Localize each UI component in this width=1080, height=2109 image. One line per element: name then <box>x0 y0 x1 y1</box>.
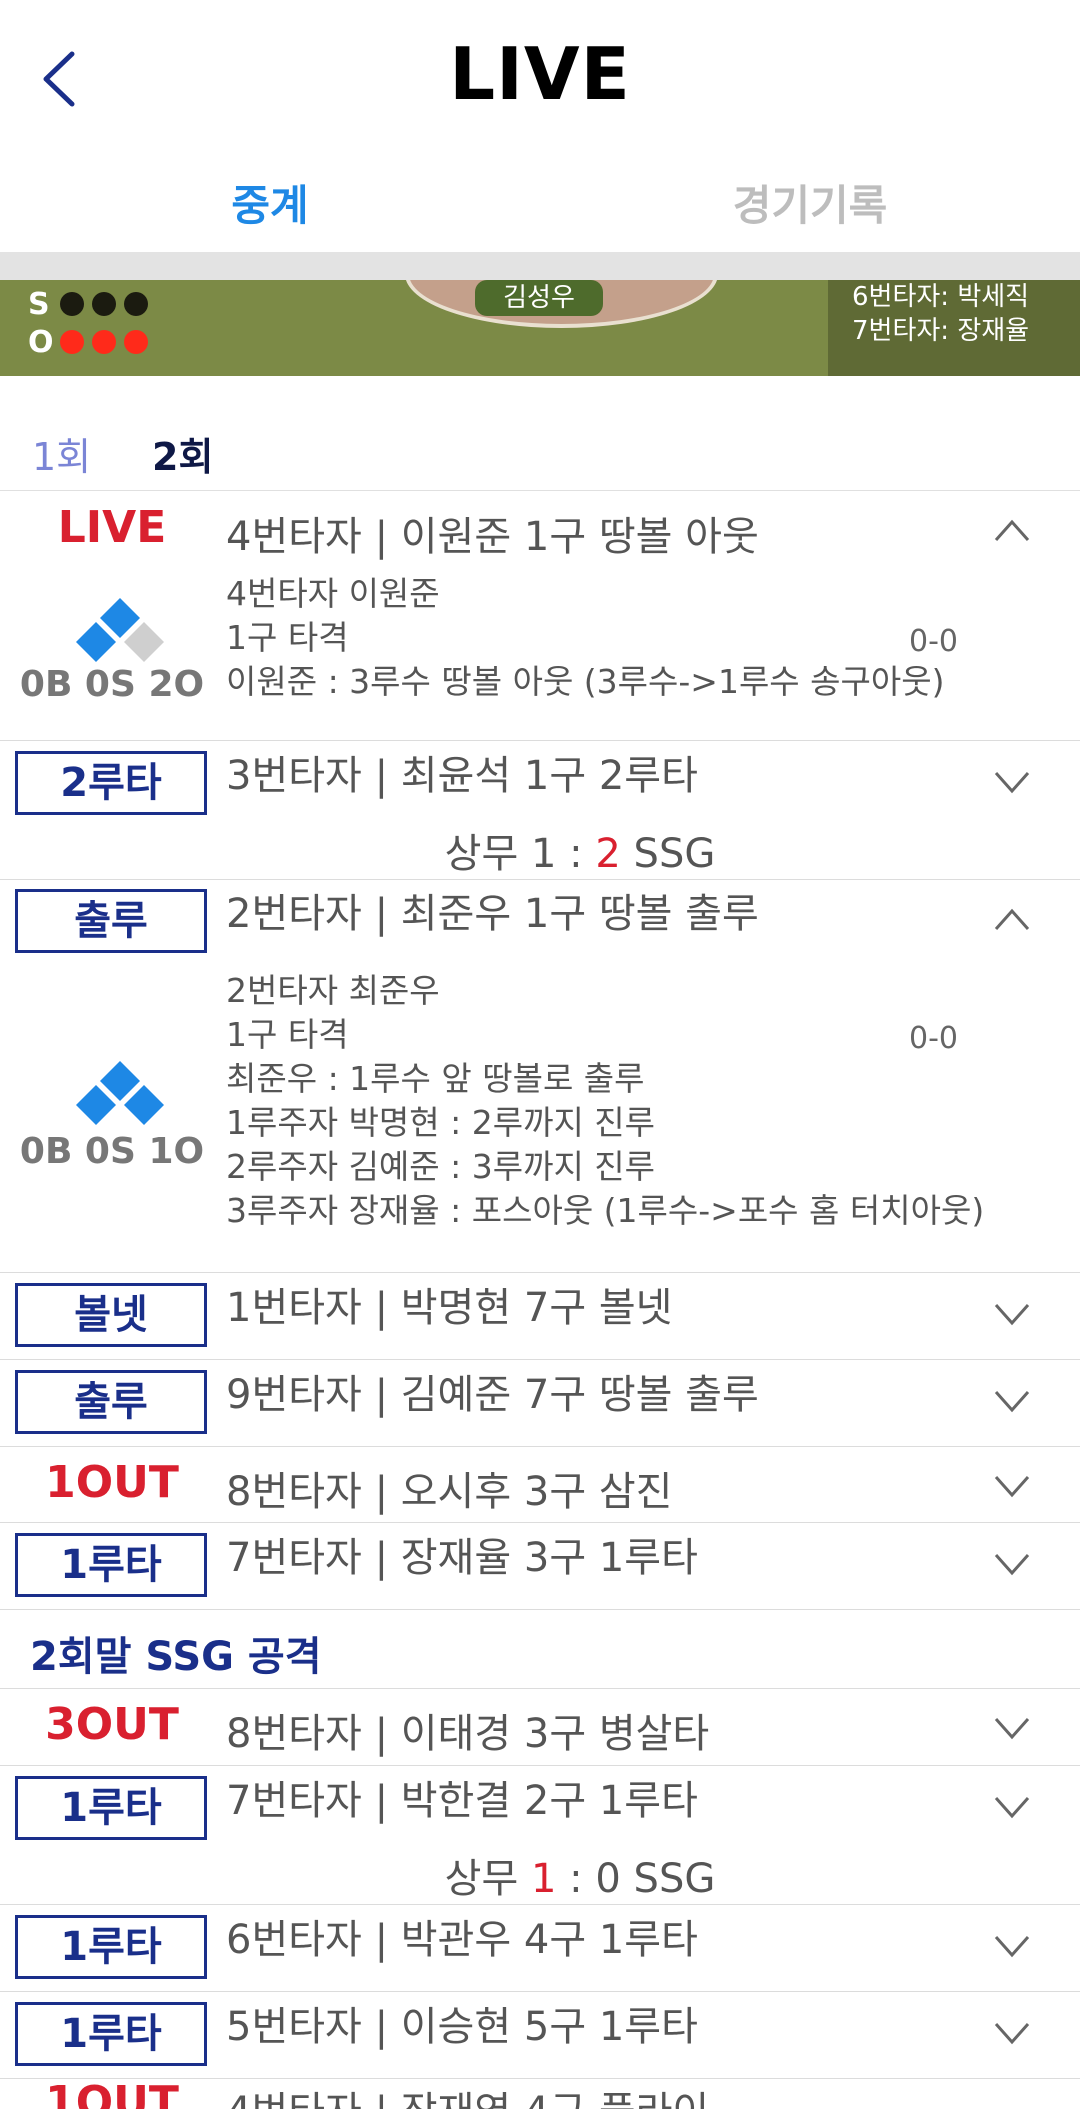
result-badge: 1루타 <box>15 1915 207 1979</box>
field-graphic: 김성우 S O 6번타자: 박세직 7번타자: 장재율 <box>0 280 1080 376</box>
bso-count: 0B 0S 1O <box>19 1131 205 1172</box>
play-row[interactable]: 1OUT 4번타자 | 장재영 4구 플라이 <box>0 2079 1080 2109</box>
play-summary: 3번타자 | 최윤석 1구 2루타 <box>226 753 698 799</box>
pitch-count: 0-0 <box>909 1021 958 1056</box>
play-row[interactable]: 1루타 7번타자 | 박한결 2구 1루타 상무 1 : 0 SSG <box>0 1766 1080 1905</box>
play-row[interactable]: 볼넷 1번타자 | 박명현 7구 볼넷 <box>0 1273 1080 1360</box>
detail-line: 2루주자 김예준 : 3루까지 진루 <box>226 1147 656 1186</box>
play-row[interactable]: 2루타 3번타자 | 최윤석 1구 2루타 상무 1 : 2 SSG <box>0 741 1080 880</box>
score-line: 상무 1 : 0 SSG <box>444 1856 716 1902</box>
detail-line: 최준우 : 1루수 앞 땅볼로 출루 <box>226 1059 645 1098</box>
lineup-list: 6번타자: 박세직 7번타자: 장재율 <box>828 280 1080 376</box>
inning-tab-1[interactable]: 1회 <box>32 426 91 481</box>
out-count: O <box>28 325 156 360</box>
chevron-down-icon[interactable] <box>994 1717 1030 1741</box>
inning-selector: 1회 2회 <box>0 376 1080 491</box>
pitcher-name: 김성우 <box>475 280 603 316</box>
chevron-down-icon[interactable] <box>994 1796 1030 1820</box>
result-badge: 1루타 <box>15 2002 207 2066</box>
half-inning-header: 2회말 SSG 공격 <box>0 1610 1080 1689</box>
score-line: 상무 1 : 2 SSG <box>444 831 716 877</box>
chevron-down-icon[interactable] <box>994 1475 1030 1499</box>
live-label: LIVE <box>57 502 167 553</box>
page-title: LIVE <box>449 32 631 116</box>
chevron-down-icon[interactable] <box>994 1390 1030 1414</box>
detail-line: 4번타자 이원준 <box>226 574 440 613</box>
play-summary: 4번타자 | 이원준 1구 땅볼 아웃 <box>226 514 759 560</box>
play-summary: 7번타자 | 장재율 3구 1루타 <box>226 1535 698 1581</box>
bso-count: 0B 0S 2O <box>19 664 205 705</box>
result-badge: 1루타 <box>15 1533 207 1597</box>
result-badge: 1루타 <box>15 1776 207 1840</box>
play-row[interactable]: 출루 2번타자 | 최준우 1구 땅볼 출루 0B 0S 1O 2번타자 최준우… <box>0 879 1080 1273</box>
strike-count: S <box>28 287 156 322</box>
play-summary: 8번타자 | 오시후 3구 삼진 <box>226 1469 673 1515</box>
chevron-up-icon[interactable] <box>994 907 1030 931</box>
play-summary: 2번타자 | 최준우 1구 땅볼 출루 <box>226 891 759 937</box>
detail-line: 1구 타격 <box>226 618 349 657</box>
detail-line: 이원준 : 3루수 땅볼 아웃 (3루수->1루수 송구아웃) <box>226 662 945 701</box>
play-row[interactable]: LIVE 4번타자 | 이원준 1구 땅볼 아웃 0B 0S 2O 4번타자 이… <box>0 490 1080 741</box>
chevron-down-icon[interactable] <box>994 1303 1030 1327</box>
detail-line: 1루주자 박명현 : 2루까지 진루 <box>226 1103 656 1142</box>
play-row[interactable]: 1루타 5번타자 | 이승현 5구 1루타 <box>0 1992 1080 2079</box>
divider <box>0 252 1080 280</box>
out-label: 1OUT <box>45 2079 179 2109</box>
out-label: 1OUT <box>45 1457 179 1508</box>
play-summary: 5번타자 | 이승현 5구 1루타 <box>226 2004 698 2050</box>
result-badge: 2루타 <box>15 751 207 815</box>
play-row[interactable]: 1OUT 8번타자 | 오시후 3구 삼진 <box>0 1447 1080 1523</box>
base-diamond-icon <box>60 594 180 664</box>
result-badge: 볼넷 <box>15 1283 207 1347</box>
lineup-item: 6번타자: 박세직 <box>852 282 1030 312</box>
detail-line: 1구 타격 <box>226 1015 349 1054</box>
detail-line: 2번타자 최준우 <box>226 971 440 1010</box>
play-row[interactable]: 3OUT 8번타자 | 이태경 3구 병살타 <box>0 1689 1080 1766</box>
play-summary: 6번타자 | 박관우 4구 1루타 <box>226 1917 698 1963</box>
play-row[interactable]: 출루 9번타자 | 김예준 7구 땅볼 출루 <box>0 1360 1080 1447</box>
detail-line: 3루주자 장재율 : 포스아웃 (1루수->포수 홈 터치아웃) <box>226 1191 985 1230</box>
chevron-up-icon[interactable] <box>994 518 1030 542</box>
result-badge: 출루 <box>15 1370 207 1434</box>
play-row[interactable]: 1루타 6번타자 | 박관우 4구 1루타 <box>0 1905 1080 1992</box>
header: LIVE <box>0 0 1080 152</box>
chevron-down-icon[interactable] <box>994 771 1030 795</box>
play-summary: 9번타자 | 김예준 7구 땅볼 출루 <box>226 1372 759 1418</box>
base-diamond-icon <box>60 1057 180 1127</box>
tab-broadcast[interactable]: 중계 <box>0 172 540 233</box>
chevron-down-icon[interactable] <box>994 2022 1030 2046</box>
play-summary: 4번타자 | 장재영 4구 플라이 <box>226 2079 709 2109</box>
tab-bar: 중계 경기기록 <box>0 152 1080 252</box>
chevron-down-icon[interactable] <box>994 1553 1030 1577</box>
pitch-count: 0-0 <box>909 624 958 659</box>
play-summary: 7번타자 | 박한결 2구 1루타 <box>226 1778 698 1824</box>
lineup-item: 7번타자: 장재율 <box>852 316 1030 346</box>
out-label: 3OUT <box>45 1699 179 1750</box>
inning-tab-2[interactable]: 2회 <box>152 426 213 481</box>
play-summary: 1번타자 | 박명현 7구 볼넷 <box>226 1285 673 1331</box>
tab-game-record[interactable]: 경기기록 <box>540 172 1080 233</box>
play-row[interactable]: 1루타 7번타자 | 장재율 3구 1루타 <box>0 1523 1080 1610</box>
play-summary: 8번타자 | 이태경 3구 병살타 <box>226 1711 710 1757</box>
chevron-down-icon[interactable] <box>994 1935 1030 1959</box>
result-badge: 출루 <box>15 889 207 953</box>
